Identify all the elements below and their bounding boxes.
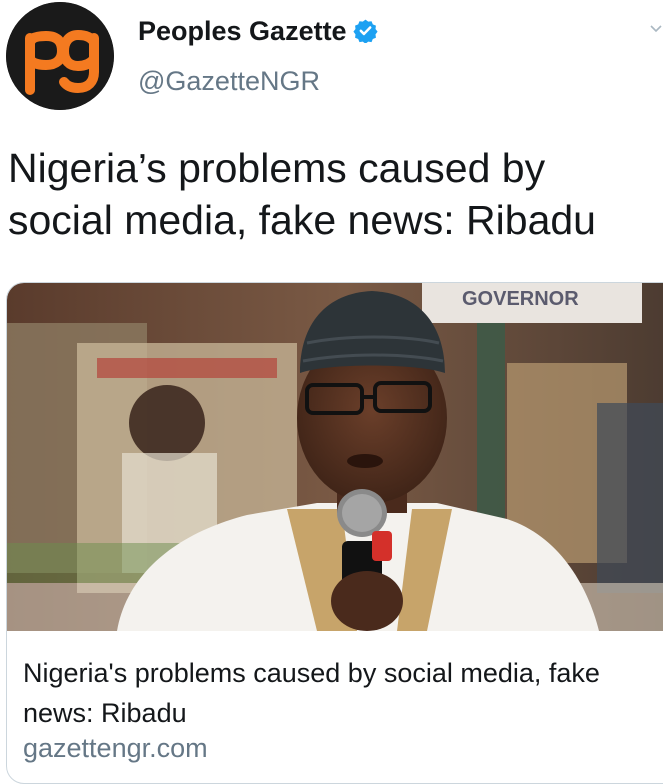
avatar[interactable] (6, 2, 114, 110)
card-image: GOVERNOR (7, 283, 663, 631)
author-display-name[interactable]: Peoples Gazette (138, 16, 378, 47)
card-domain: gazettengr.com (23, 733, 208, 763)
peoples-gazette-logo-icon (6, 2, 114, 110)
author-handle[interactable]: @GazetteNGR (138, 66, 320, 97)
tweet-text: Nigeria’s problems caused by social medi… (8, 145, 596, 243)
verified-badge-icon (352, 19, 378, 43)
card-sign-text: GOVERNOR (462, 288, 579, 310)
card-title: Nigeria's problems caused by social medi… (23, 658, 600, 728)
link-card[interactable]: GOVERNOR Nigeria's problems caused by so… (6, 282, 663, 784)
author-name-text: Peoples Gazette (138, 16, 347, 46)
chevron-down-icon[interactable] (649, 22, 663, 36)
card-photo-illustration: GOVERNOR (7, 283, 663, 631)
